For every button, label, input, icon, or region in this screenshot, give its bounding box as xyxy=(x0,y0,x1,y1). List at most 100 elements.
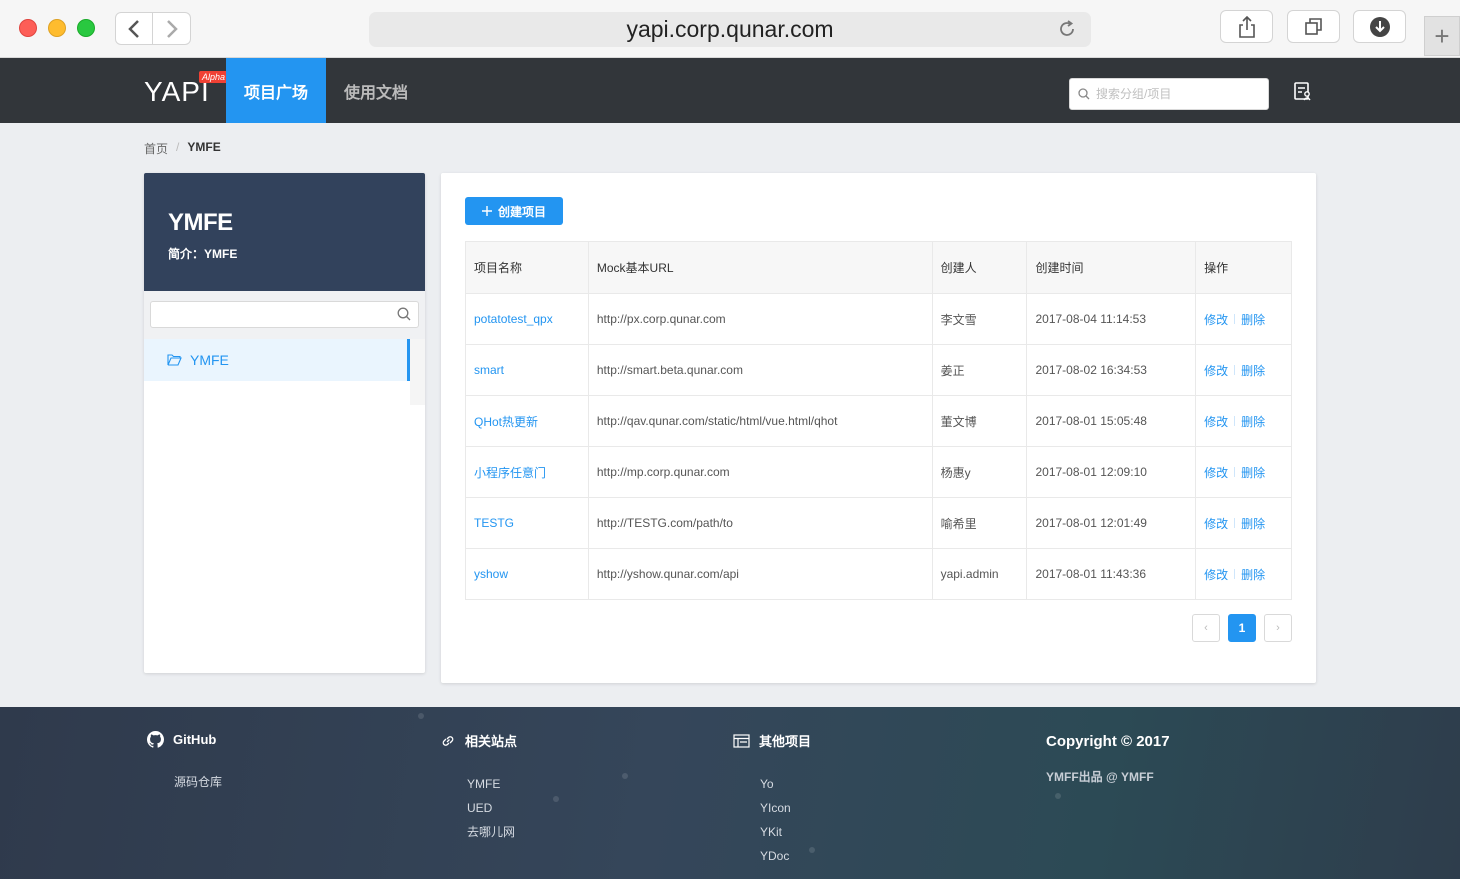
project-name-link[interactable]: potatotest_qpx xyxy=(474,312,553,326)
next-page-button[interactable]: › xyxy=(1264,614,1292,642)
delete-link[interactable]: 删除 xyxy=(1241,362,1265,379)
zoom-window-button[interactable] xyxy=(77,19,95,37)
project-name-link[interactable]: yshow xyxy=(474,567,508,581)
share-button[interactable] xyxy=(1220,10,1273,43)
creator-cell: yapi.admin xyxy=(931,548,1028,600)
delete-link[interactable]: 删除 xyxy=(1241,566,1265,583)
downloads-button[interactable] xyxy=(1353,10,1406,43)
link-icon xyxy=(442,735,454,746)
footer-copyright-column: Copyright © 2017 YMFF出品 @ YMFF xyxy=(1046,733,1170,785)
edit-link[interactable]: 修改 xyxy=(1204,566,1228,583)
footer-link-ykit[interactable]: YKit xyxy=(760,820,811,844)
delete-link[interactable]: 删除 xyxy=(1241,515,1265,532)
nav-project-square[interactable]: 项目广场 xyxy=(226,58,326,123)
footer-related-title: 相关站点 xyxy=(465,734,518,749)
back-button[interactable] xyxy=(115,12,153,45)
group-title: YMFE xyxy=(168,209,233,236)
group-search-input[interactable] xyxy=(157,302,387,327)
user-profile-icon[interactable] xyxy=(1293,81,1313,101)
page-1-button[interactable]: 1 xyxy=(1228,614,1256,642)
column-header-actions: 操作 xyxy=(1195,241,1292,294)
minimize-window-button[interactable] xyxy=(48,19,66,37)
credit-text: YMFF出品 @ YMFF xyxy=(1046,770,1154,784)
app-header: YAPI Alpha 项目广场 使用文档 xyxy=(0,58,1460,123)
group-description: 简介：YMFE xyxy=(168,247,238,261)
header-search[interactable] xyxy=(1069,78,1269,110)
tabs-icon xyxy=(1304,17,1322,35)
delete-link[interactable]: 删除 xyxy=(1241,413,1265,430)
edit-link[interactable]: 修改 xyxy=(1204,362,1228,379)
group-search-wrapper xyxy=(144,291,425,339)
address-bar[interactable]: yapi.corp.qunar.com xyxy=(369,12,1091,47)
footer-github-links: 源码仓库 xyxy=(174,770,222,794)
project-name-cell: QHot热更新 xyxy=(465,395,589,447)
background-dot xyxy=(418,713,424,719)
sidebar-scrollbar[interactable] xyxy=(410,339,425,405)
column-header-url: Mock基本URL xyxy=(587,241,933,294)
column-header-time: 创建时间 xyxy=(1026,241,1197,294)
browser-toolbar: yapi.corp.qunar.com + xyxy=(0,0,1460,58)
footer-link-ued[interactable]: UED xyxy=(467,796,517,820)
nav-docs[interactable]: 使用文档 xyxy=(336,58,416,123)
forward-button[interactable] xyxy=(153,12,191,45)
footer-link-source-repo[interactable]: 源码仓库 xyxy=(174,770,222,794)
create-project-button[interactable]: 创建项目 xyxy=(465,197,563,225)
group-item-label: YMFE xyxy=(190,352,229,368)
project-name-cell: TESTG xyxy=(465,497,589,549)
footer-link-qunar[interactable]: 去哪儿网 xyxy=(467,820,517,844)
mock-url-cell: http://px.corp.qunar.com xyxy=(587,293,933,345)
pagination: ‹ 1 › xyxy=(1192,614,1292,642)
edit-link[interactable]: 修改 xyxy=(1204,464,1228,481)
delete-link[interactable]: 删除 xyxy=(1241,464,1265,481)
new-tab-button[interactable]: + xyxy=(1424,16,1460,56)
copyright-text: Copyright © 2017 xyxy=(1046,733,1170,750)
footer-link-yo[interactable]: Yo xyxy=(760,772,811,796)
created-time-cell: 2017-08-01 11:43:36 xyxy=(1026,548,1197,600)
project-name-link[interactable]: TESTG xyxy=(474,516,514,530)
edit-link[interactable]: 修改 xyxy=(1204,413,1228,430)
footer-link-ymfe[interactable]: YMFE xyxy=(467,772,517,796)
project-name-link[interactable]: 小程序任意门 xyxy=(474,466,546,480)
footer-other-links: Yo YIcon YKit YDoc xyxy=(760,772,811,868)
search-input[interactable] xyxy=(1096,87,1256,101)
project-name-link[interactable]: QHot热更新 xyxy=(474,415,538,429)
footer-link-yicon[interactable]: YIcon xyxy=(760,796,811,820)
footer-other-heading: 其他项目 xyxy=(733,731,811,750)
project-list-panel: 创建项目 项目名称 Mock基本URL 创建人 创建时间 操作 potatote… xyxy=(441,173,1316,683)
folder-open-icon xyxy=(167,354,182,366)
url-text: yapi.corp.qunar.com xyxy=(626,16,834,42)
action-divider xyxy=(1234,467,1236,477)
footer-github-heading: GitHub xyxy=(147,731,222,748)
alpha-badge: Alpha xyxy=(199,71,229,83)
chevron-right-icon xyxy=(166,19,178,38)
group-search[interactable] xyxy=(150,301,419,328)
edit-link[interactable]: 修改 xyxy=(1204,311,1228,328)
project-name-link[interactable]: smart xyxy=(474,363,504,377)
edit-link[interactable]: 修改 xyxy=(1204,515,1228,532)
delete-link[interactable]: 删除 xyxy=(1241,311,1265,328)
action-divider xyxy=(1234,365,1236,375)
actions-cell: 修改 删除 xyxy=(1195,548,1292,600)
share-icon xyxy=(1238,15,1255,38)
tabs-overview-button[interactable] xyxy=(1287,10,1340,43)
footer-github-title: GitHub xyxy=(173,732,217,747)
footer-related-links: YMFE UED 去哪儿网 xyxy=(467,772,517,844)
close-window-button[interactable] xyxy=(19,19,37,37)
background-dot xyxy=(1055,793,1061,799)
reload-icon[interactable] xyxy=(1057,19,1077,39)
creator-cell: 喻希里 xyxy=(931,497,1028,549)
breadcrumb-current: YMFE xyxy=(187,140,221,154)
group-header: YMFE 简介：YMFE xyxy=(144,173,425,291)
breadcrumb-home[interactable]: 首页 xyxy=(144,140,168,157)
footer-link-ydoc[interactable]: YDoc xyxy=(760,844,811,868)
table-row: 小程序任意门 http://mp.corp.qunar.com 杨惠y 2017… xyxy=(465,446,1292,498)
prev-page-button[interactable]: ‹ xyxy=(1192,614,1220,642)
group-item-ymfe[interactable]: YMFE xyxy=(144,339,410,381)
mock-url-cell: http://TESTG.com/path/to xyxy=(587,497,933,549)
footer-github-column: GitHub 源码仓库 xyxy=(147,731,222,794)
table-row: smart http://smart.beta.qunar.com 姜正 201… xyxy=(465,344,1292,396)
creator-cell: 董文博 xyxy=(931,395,1028,447)
group-sidebar: YMFE 简介：YMFE YMFE xyxy=(144,173,425,673)
created-time-cell: 2017-08-01 12:09:10 xyxy=(1026,446,1197,498)
actions-cell: 修改 删除 xyxy=(1195,497,1292,549)
